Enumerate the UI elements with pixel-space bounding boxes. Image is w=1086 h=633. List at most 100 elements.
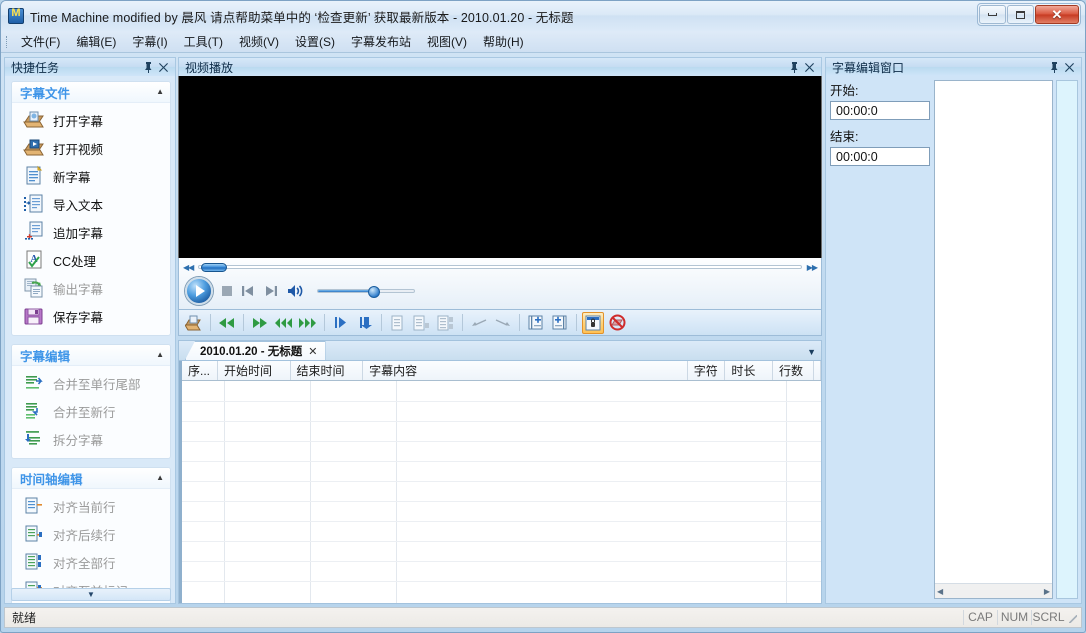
minimize-button[interactable] (979, 5, 1006, 24)
start-time-input[interactable]: 00:00:0 (830, 101, 930, 120)
undo-shift-icon[interactable] (468, 312, 490, 334)
task-label: 合并至新行 (53, 405, 116, 420)
task-save-subtitle[interactable]: 保存字幕 (12, 302, 170, 330)
chevron-up-icon[interactable]: ▲ (156, 474, 164, 482)
menu-subtitle[interactable]: 字幕(I) (124, 29, 175, 54)
subtitle-list-icon[interactable] (387, 312, 409, 334)
volume-button[interactable] (287, 284, 305, 298)
toolbar-separator (381, 314, 382, 331)
insert-after-icon[interactable] (549, 312, 571, 334)
task-label: 追加字幕 (53, 226, 104, 241)
play-button[interactable] (185, 276, 213, 305)
tab-dropdown-icon[interactable]: ▼ (807, 347, 816, 357)
horizontal-scrollbar[interactable]: ◀ ▶ (935, 583, 1052, 598)
video-display[interactable] (178, 76, 822, 258)
step-back-icon[interactable] (216, 312, 238, 334)
tab-close-icon[interactable]: ✕ (308, 345, 317, 358)
menu-tools[interactable]: 工具(T) (176, 29, 231, 54)
task-merge-to-line-end[interactable]: 合并至单行尾部 (12, 369, 170, 397)
scroll-right-icon[interactable]: ▶ (1044, 587, 1050, 596)
task-open-subtitle[interactable]: 打开字幕 (12, 106, 170, 134)
task-label: 对齐当前行 (53, 500, 116, 515)
redo-shift-icon[interactable] (492, 312, 514, 334)
task-new-subtitle[interactable]: 新字幕 (12, 162, 170, 190)
close-icon[interactable] (802, 60, 817, 75)
task-cc-process[interactable]: A CC处理 (12, 246, 170, 274)
fast-forward-icon[interactable]: ▶▶ (807, 263, 818, 272)
volume-slider[interactable] (317, 285, 415, 298)
window-controls: ✕ (977, 3, 1081, 26)
volume-thumb[interactable] (367, 285, 380, 298)
fast-forward-icon[interactable] (297, 312, 319, 334)
pin-icon[interactable] (787, 60, 802, 75)
clear-mark-icon[interactable] (606, 312, 628, 334)
column-header-chars[interactable]: 字符 (688, 361, 726, 380)
pin-icon[interactable] (141, 60, 156, 75)
column-header-lines[interactable]: 行数 (773, 361, 815, 380)
subtitle-grid[interactable]: 序... 开始时间 结束时间 字幕内容 字符 时长 行数 (179, 361, 822, 603)
menu-help[interactable]: 帮助(H) (475, 29, 532, 54)
insert-before-icon[interactable] (525, 312, 547, 334)
lock-timeline-icon[interactable] (582, 311, 604, 334)
column-header-duration[interactable]: 时长 (725, 361, 774, 380)
task-align-following-lines[interactable]: 对齐后续行 (12, 520, 170, 548)
close-icon[interactable] (156, 60, 171, 75)
menu-view[interactable]: 视图(V) (419, 29, 475, 54)
task-open-video[interactable]: 打开视频 (12, 134, 170, 162)
scroll-left-icon[interactable]: ◀ (937, 587, 943, 596)
chevron-up-icon[interactable]: ▲ (156, 88, 164, 96)
task-append-subtitle[interactable]: 追加字幕 (12, 218, 170, 246)
chevron-up-icon[interactable]: ▲ (156, 351, 164, 359)
pin-icon[interactable] (1047, 60, 1062, 75)
maximize-button[interactable] (1007, 5, 1034, 24)
group-header-timeline-edit[interactable]: 时间轴编辑 ▲ (12, 468, 170, 489)
column-header-content[interactable]: 字幕内容 (363, 361, 688, 380)
menu-edit[interactable]: 编辑(E) (68, 29, 124, 54)
rewind-icon[interactable]: ◀◀ (183, 263, 194, 272)
subtitle-edit-caption: 字幕编辑窗口 (825, 57, 1082, 76)
column-header-start[interactable]: 开始时间 (218, 361, 291, 380)
task-align-all-lines[interactable]: 对齐全部行 (12, 548, 170, 576)
seek-slider[interactable] (198, 263, 802, 272)
seek-thumb[interactable] (201, 263, 228, 272)
fast-back-icon[interactable] (273, 312, 295, 334)
menu-video[interactable]: 视频(V) (231, 29, 287, 54)
task-split-subtitle[interactable]: 拆分字幕 (12, 425, 170, 453)
subtitle-text-area[interactable]: ◀ ▶ (934, 80, 1053, 599)
menu-settings[interactable]: 设置(S) (287, 29, 343, 54)
import-text-icon (23, 193, 45, 215)
task-export-subtitle[interactable]: 输出字幕 (12, 274, 170, 302)
task-align-current-line[interactable]: 对齐当前行 (12, 492, 170, 520)
step-forward-icon[interactable] (249, 312, 271, 334)
next-button[interactable] (264, 285, 278, 297)
task-import-text[interactable]: 导入文本 (12, 190, 170, 218)
end-time-input[interactable]: 00:00:0 (830, 147, 930, 166)
column-header-index[interactable]: 序... (182, 361, 219, 380)
subtitle-split-icon[interactable] (435, 312, 457, 334)
subtitle-preview-strip (1056, 80, 1078, 599)
group-header-subtitle-file[interactable]: 字幕文件 ▲ (12, 82, 170, 103)
stop-icon (222, 285, 232, 296)
menu-grip[interactable] (4, 34, 11, 50)
window-title: Time Machine modified by 晨风 请点帮助菜单中的 ‘检查… (30, 10, 574, 25)
sidebar-scroll-down[interactable]: ▼ (11, 588, 171, 601)
resize-grip[interactable] (1065, 611, 1079, 625)
close-button[interactable]: ✕ (1035, 5, 1079, 24)
video-panel: 视频播放 ◀◀ ▶▶ (178, 57, 822, 336)
task-merge-to-new-line[interactable]: 合并至新行 (12, 397, 170, 425)
subtitle-merge-icon[interactable] (411, 312, 433, 334)
set-end-time-icon[interactable] (354, 312, 376, 334)
previous-button[interactable] (241, 285, 255, 297)
grid-body[interactable] (182, 381, 821, 603)
save-toolbar-icon[interactable] (183, 312, 205, 334)
stop-button[interactable] (222, 285, 232, 296)
column-header-end[interactable]: 结束时间 (291, 361, 364, 380)
subtitle-text-input[interactable] (935, 81, 1052, 583)
tab-document[interactable]: 2010.01.20 - 无标题 ✕ (185, 341, 326, 360)
close-icon[interactable] (1062, 60, 1077, 75)
menu-file[interactable]: 文件(F) (13, 29, 68, 54)
set-start-time-icon[interactable] (330, 312, 352, 334)
group-header-subtitle-edit[interactable]: 字幕编辑 ▲ (12, 345, 170, 366)
append-subtitle-icon (23, 221, 45, 243)
menu-subtitle-site[interactable]: 字幕发布站 (343, 29, 419, 54)
